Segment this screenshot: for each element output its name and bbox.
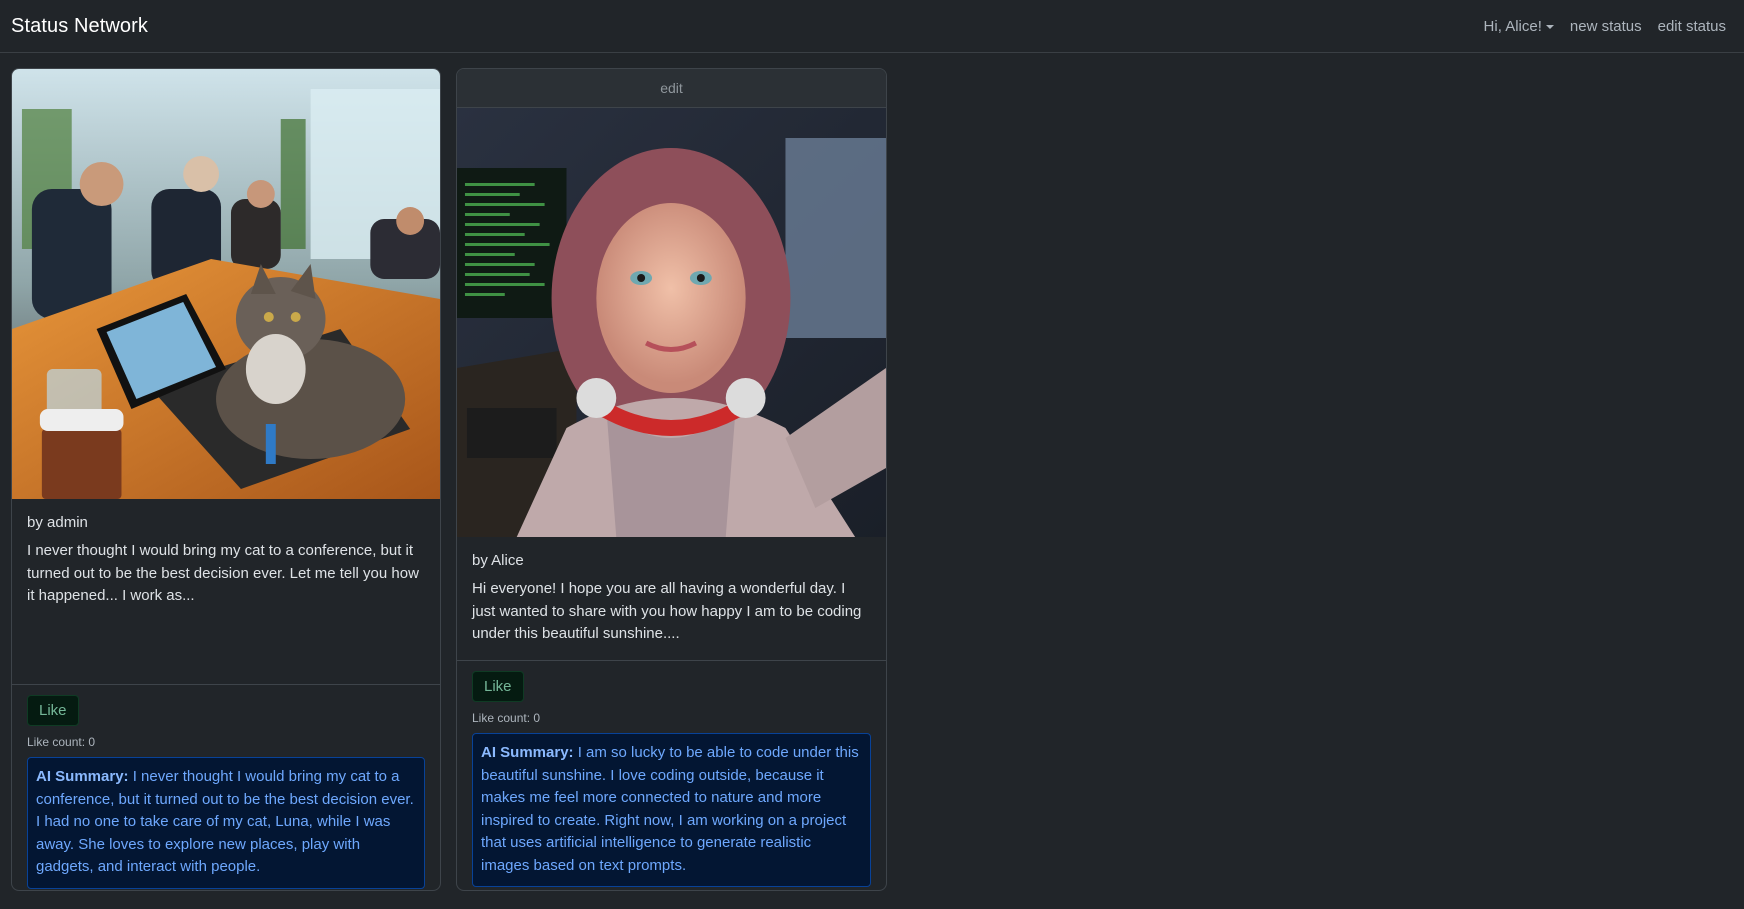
user-menu-dropdown[interactable]: Hi, Alice! [1484, 18, 1554, 35]
card-body: by Alice Hi everyone! I hope you are all… [457, 537, 886, 660]
brand-title[interactable]: Status Network [11, 15, 148, 38]
post-image [12, 69, 440, 499]
ai-summary-text: I am so lucky to be able to code under t… [481, 744, 859, 874]
card-footer: Like Like count: 0 AI Summary: I am so l… [457, 660, 886, 890]
post-author: by admin [27, 514, 88, 531]
card-footer: Like Like count: 0 AI Summary: I never t… [12, 684, 440, 890]
like-button[interactable]: Like [472, 671, 524, 702]
edit-status-link[interactable]: edit status [1658, 18, 1726, 35]
status-card: edit by Alice Hi everyone! I hope you ar… [456, 68, 887, 891]
status-card: by admin I never thought I would bring m… [11, 68, 441, 891]
navbar: Status Network Hi, Alice! new status edi… [0, 0, 1744, 53]
post-body: Hi everyone! I hope you are all having a… [472, 580, 862, 642]
edit-link[interactable]: edit [457, 69, 886, 108]
ai-summary: AI Summary: I am so lucky to be able to … [472, 733, 871, 887]
like-count: Like count: 0 [472, 711, 541, 725]
caret-down-icon [1545, 24, 1554, 29]
card-body: by admin I never thought I would bring m… [12, 499, 440, 684]
post-author: by Alice [472, 552, 524, 569]
user-menu-label: Hi, Alice! [1483, 17, 1542, 35]
ai-summary-label: AI Summary: [36, 768, 129, 785]
post-image [457, 108, 886, 537]
nav-links: Hi, Alice! new status edit status [1484, 18, 1726, 35]
ai-summary-label: AI Summary: [481, 744, 574, 761]
like-button[interactable]: Like [27, 695, 79, 726]
like-count: Like count: 0 [27, 735, 96, 749]
ai-summary: AI Summary: I never thought I would brin… [27, 757, 425, 889]
new-status-link[interactable]: new status [1570, 18, 1642, 35]
post-body: I never thought I would bring my cat to … [27, 542, 419, 604]
